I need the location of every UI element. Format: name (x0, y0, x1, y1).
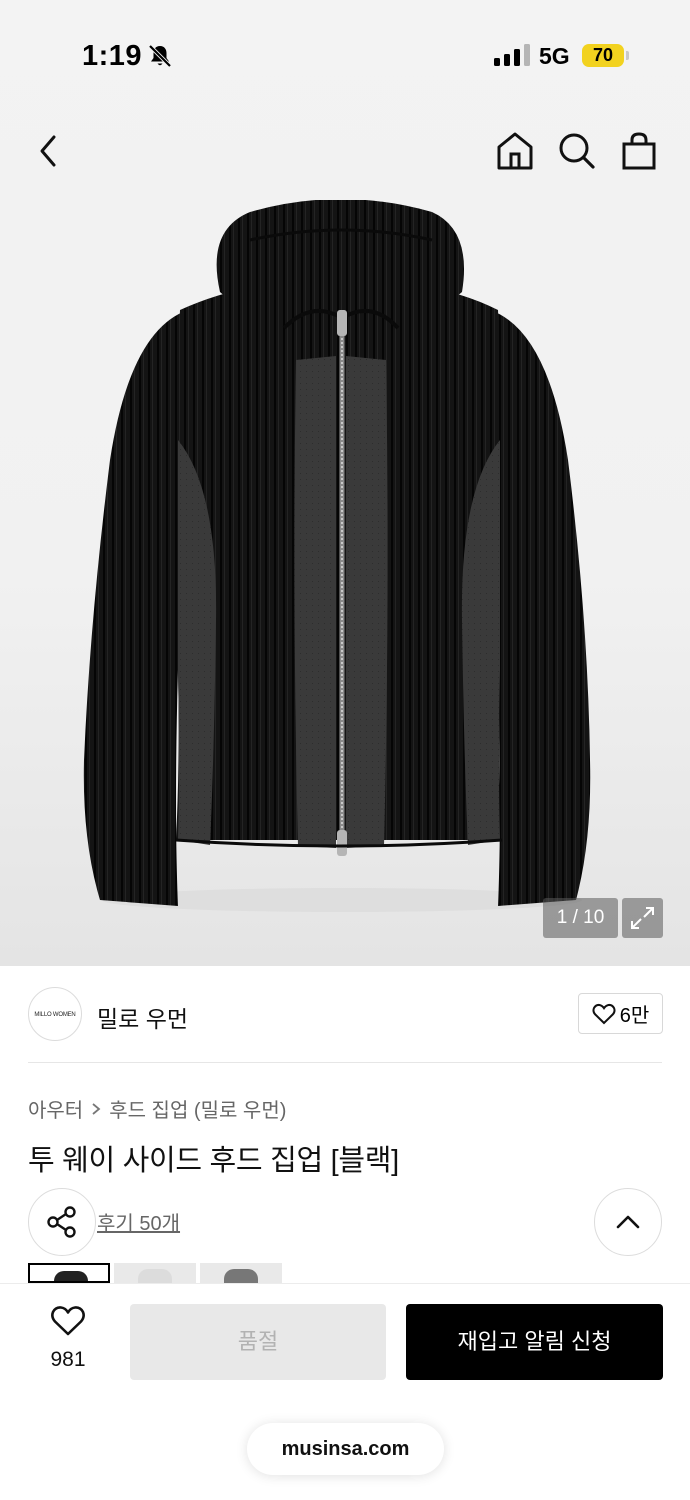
chevron-up-icon (616, 1215, 640, 1229)
thumbnail-1[interactable] (28, 1263, 110, 1283)
status-bar: 1:19 5G 70 (0, 0, 690, 110)
brand-name[interactable]: 밀로 우먼 (97, 1000, 188, 1034)
heart-icon (592, 1003, 616, 1024)
heart-icon (51, 1306, 85, 1336)
battery-icon: 70 (582, 44, 624, 67)
breadcrumb-subcategory[interactable]: 후드 집업 (밀로 우먼) (109, 1094, 286, 1123)
signal-icon (494, 44, 530, 66)
reviews-link[interactable]: 후기 50개 (97, 1207, 180, 1236)
breadcrumb: 아우터 후드 집업 (밀로 우먼) (28, 1094, 286, 1123)
soldout-button: 품절 (130, 1304, 386, 1380)
product-photo (83, 200, 591, 912)
thumbnail-strip (28, 1263, 282, 1283)
restock-alert-button[interactable]: 재입고 알림 신청 (406, 1304, 663, 1380)
share-button[interactable] (28, 1188, 96, 1256)
bell-muted-icon (148, 44, 172, 68)
image-counter: 1 / 10 (543, 898, 618, 938)
search-icon[interactable] (556, 130, 598, 172)
chevron-right-icon (92, 1102, 101, 1115)
chevron-left-icon[interactable] (34, 132, 64, 170)
thumbnail-3[interactable] (200, 1263, 282, 1283)
brand-like-count: 6만 (619, 1005, 650, 1027)
thumbnail-2[interactable] (114, 1263, 196, 1283)
divider (28, 1062, 662, 1063)
network-label: 5G (539, 43, 570, 69)
expand-icon[interactable] (622, 898, 663, 938)
scroll-top-button[interactable] (594, 1188, 662, 1256)
brand-like-button[interactable]: 6만 (578, 993, 663, 1034)
url-bar[interactable]: musinsa.com (247, 1423, 444, 1475)
breadcrumb-category[interactable]: 아우터 (28, 1094, 83, 1123)
status-time: 1:19 (82, 40, 143, 72)
wishlist-button[interactable] (28, 1305, 108, 1342)
brand-logo[interactable]: MILLO WOMEN (28, 987, 82, 1041)
battery-tip (626, 51, 629, 60)
wishlist-count: 981 (50, 1348, 86, 1371)
bag-icon[interactable] (620, 130, 658, 172)
share-icon (47, 1206, 76, 1238)
product-image-gallery[interactable]: 1:19 5G 70 1 / 10 (0, 0, 690, 966)
product-title: 투 웨이 사이드 후드 집업 [블랙] (28, 1145, 399, 1177)
home-icon[interactable] (495, 130, 535, 172)
